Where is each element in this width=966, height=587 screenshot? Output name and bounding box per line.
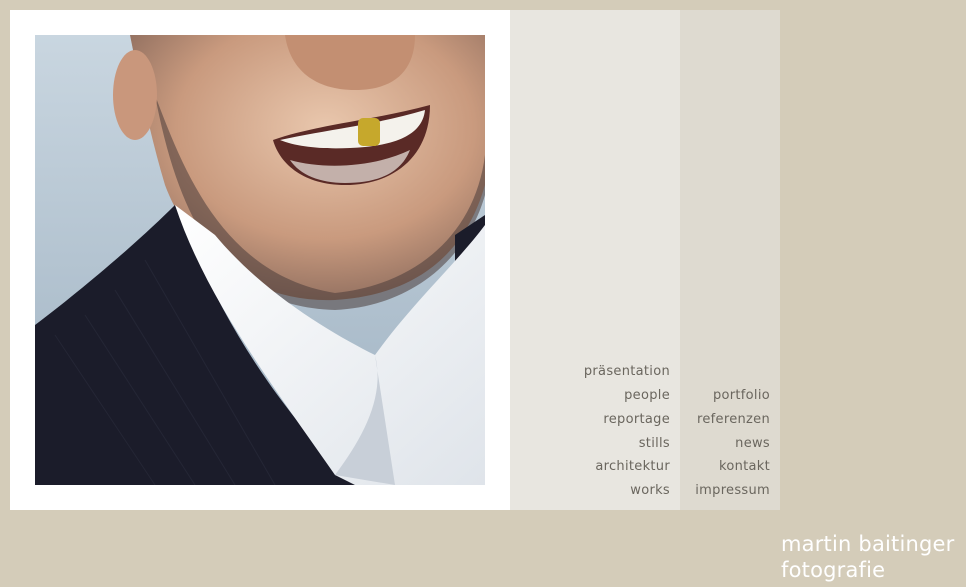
secondary-nav-column: portfolio referenzen news kontakt impres… (680, 10, 780, 510)
primary-nav-column: präsentation people reportage stills arc… (510, 10, 680, 510)
nav-item-portfolio[interactable]: portfolio (695, 384, 770, 408)
nav-item-impressum[interactable]: impressum (695, 479, 770, 503)
nav-item-works[interactable]: works (584, 479, 670, 503)
secondary-nav: portfolio referenzen news kontakt impres… (695, 384, 770, 503)
nav-item-stills[interactable]: stills (584, 432, 670, 456)
nav-item-kontakt[interactable]: kontakt (695, 455, 770, 479)
portrait-photo (35, 35, 485, 485)
nav-item-architektur[interactable]: architektur (584, 455, 670, 479)
brand-logo[interactable]: martin baitinger fotografie (781, 531, 955, 583)
nav-item-news[interactable]: news (695, 432, 770, 456)
nav-item-reportage[interactable]: reportage (584, 408, 670, 432)
brand-name: martin baitinger (781, 532, 955, 556)
brand-tagline: fotografie (781, 558, 886, 582)
primary-nav: präsentation people reportage stills arc… (584, 360, 670, 503)
nav-item-people[interactable]: people (584, 384, 670, 408)
nav-item-praesentation[interactable]: präsentation (584, 360, 670, 384)
nav-item-referenzen[interactable]: referenzen (695, 408, 770, 432)
photo-frame (10, 10, 510, 510)
